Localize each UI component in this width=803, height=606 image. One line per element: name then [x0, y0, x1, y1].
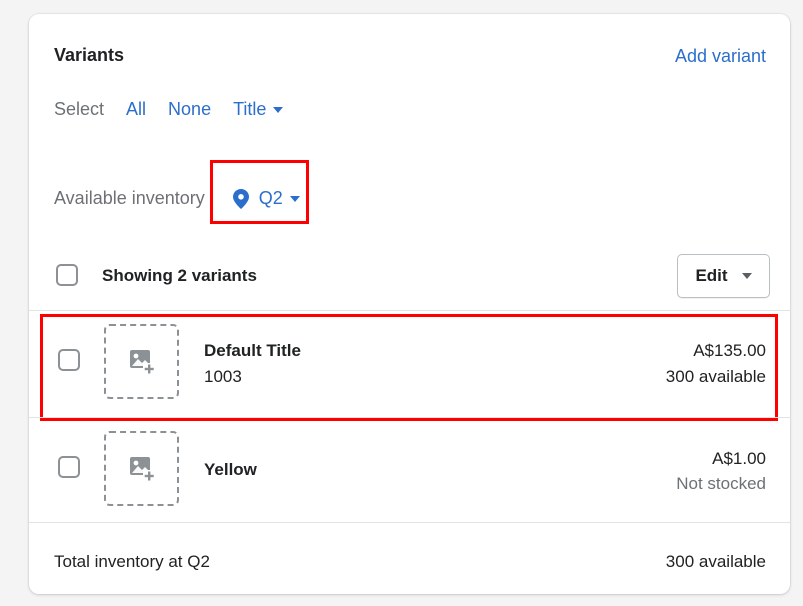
variant-name[interactable]: Default Title: [204, 341, 301, 361]
select-label: Select: [54, 99, 105, 119]
card-title: Variants: [54, 45, 125, 65]
add-variant-link[interactable]: Add variant: [675, 46, 766, 67]
edit-label: Edit: [695, 266, 728, 285]
caret-down-icon: [741, 273, 752, 279]
showing-count: Showing 2 variants: [102, 266, 257, 285]
variant-price: A$135.00: [693, 341, 766, 360]
location-picker[interactable]: Q2: [232, 188, 300, 209]
variant-row[interactable]: Yellow A$1.00 Not stocked: [29, 418, 790, 524]
select-row: Select All None Title: [54, 99, 305, 120]
select-title-label: Title: [233, 99, 267, 119]
variant-image-placeholder[interactable]: [104, 431, 179, 506]
variant-image-placeholder[interactable]: [104, 324, 179, 399]
variant-price: A$1.00: [712, 449, 766, 468]
add-image-icon: [129, 349, 155, 375]
select-none-link[interactable]: None: [168, 99, 211, 120]
map-pin-icon: [232, 188, 249, 209]
list-header: Showing 2 variants Edit: [29, 252, 790, 308]
caret-down-icon: [289, 195, 300, 202]
edit-button[interactable]: Edit: [677, 254, 770, 298]
select-all-link[interactable]: All: [126, 99, 146, 120]
variant-row[interactable]: Default Title 1003 A$135.00 300 availabl…: [29, 311, 790, 417]
variant-checkbox[interactable]: [58, 456, 80, 478]
available-inventory-row: Available inventory Q2: [54, 188, 300, 209]
select-title-dropdown[interactable]: Title: [233, 99, 284, 120]
add-image-icon: [129, 456, 155, 482]
total-inventory-value: 300 available: [665, 552, 766, 571]
variant-stock: 300 available: [665, 367, 766, 386]
variant-name[interactable]: Yellow: [204, 460, 257, 480]
variant-sku: 1003: [204, 367, 242, 386]
select-all-checkbox[interactable]: [56, 264, 78, 286]
divider: [29, 522, 790, 523]
location-name: Q2: [258, 188, 283, 208]
variant-stock: Not stocked: [676, 474, 766, 493]
variants-card: Variants Add variant Select All None Tit…: [29, 14, 790, 594]
total-inventory-label: Total inventory at Q2: [54, 552, 210, 571]
variant-checkbox[interactable]: [58, 349, 80, 371]
available-inventory-label: Available inventory: [54, 188, 205, 208]
caret-down-icon: [273, 106, 284, 113]
